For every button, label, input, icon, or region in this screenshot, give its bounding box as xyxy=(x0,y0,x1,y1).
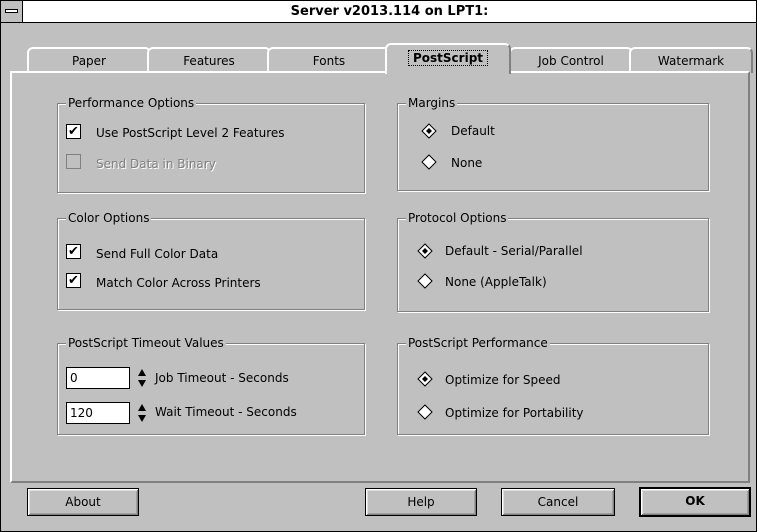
tab-fonts[interactable]: Fonts xyxy=(267,47,391,73)
about-button[interactable]: About xyxy=(27,488,139,516)
protocol-default-label: Default - Serial/Parallel xyxy=(445,244,583,258)
tab-job-control[interactable]: Job Control xyxy=(509,47,633,73)
cancel-button[interactable]: Cancel xyxy=(501,488,615,516)
job-timeout-input[interactable]: 0 xyxy=(66,367,130,389)
window-title: Server v2013.114 on LPT1: xyxy=(290,4,489,19)
system-menu-icon[interactable] xyxy=(1,1,23,22)
ok-button[interactable]: OK xyxy=(639,487,751,517)
margins-default-radio[interactable] xyxy=(421,123,437,139)
tab-features[interactable]: Features xyxy=(147,47,271,73)
level2-checkbox[interactable]: ✔ xyxy=(66,124,81,139)
wait-timeout-label: Wait Timeout - Seconds xyxy=(155,405,297,419)
group-title: PostScript Timeout Values xyxy=(66,335,226,351)
protocol-default-radio[interactable] xyxy=(417,243,433,259)
checkmark-icon: ✔ xyxy=(68,124,79,139)
tab-postscript[interactable]: PostScript xyxy=(385,43,511,74)
margins-default-label: Default xyxy=(451,124,495,138)
job-timeout-spinner-icon[interactable] xyxy=(137,367,147,389)
match-color-label: Match Color Across Printers xyxy=(96,276,261,290)
help-button[interactable]: Help xyxy=(365,488,477,516)
tab-label: Paper xyxy=(72,54,106,68)
margins-none-label: None xyxy=(451,156,483,170)
tab-label: Job Control xyxy=(538,54,604,68)
tab-paper[interactable]: Paper xyxy=(27,47,151,73)
checkmark-icon: ✔ xyxy=(68,244,79,259)
binary-label: Send Data in Binary xyxy=(96,157,216,171)
level2-label: Use PostScript Level 2 Features xyxy=(96,126,285,140)
optimize-portability-label: Optimize for Portability xyxy=(445,406,584,420)
protocol-none-radio[interactable] xyxy=(417,273,433,289)
tab-watermark[interactable]: Watermark xyxy=(629,47,753,73)
wait-timeout-spinner-icon[interactable] xyxy=(137,402,147,424)
group-title: Protocol Options xyxy=(406,210,509,226)
binary-checkbox[interactable] xyxy=(66,154,81,169)
tab-label: Watermark xyxy=(657,54,725,68)
group-title: Color Options xyxy=(66,210,152,226)
job-timeout-label: Job Timeout - Seconds xyxy=(155,371,289,385)
margins-group: Margins xyxy=(397,95,709,191)
color-options-group: Color Options xyxy=(57,210,365,310)
group-title: Performance Options xyxy=(66,95,197,111)
postscript-performance-group: PostScript Performance xyxy=(397,335,709,435)
tab-label: Fonts xyxy=(312,54,346,68)
optimize-portability-radio[interactable] xyxy=(417,404,433,420)
match-color-checkbox[interactable]: ✔ xyxy=(66,273,81,288)
optimize-speed-label: Optimize for Speed xyxy=(445,373,561,387)
group-title: Margins xyxy=(406,95,458,111)
performance-options-group: Performance Options xyxy=(57,95,365,193)
protocol-options-group: Protocol Options xyxy=(397,210,709,312)
group-title: PostScript Performance xyxy=(406,335,550,351)
checkmark-icon: ✔ xyxy=(68,273,79,288)
protocol-none-label: None (AppleTalk) xyxy=(445,275,547,289)
printer-dialog: Server v2013.114 on LPT1: Paper Features… xyxy=(0,0,757,532)
optimize-speed-radio[interactable] xyxy=(417,371,433,387)
full-color-label: Send Full Color Data xyxy=(96,247,219,261)
title-bar: Server v2013.114 on LPT1: xyxy=(1,1,756,23)
margins-none-radio[interactable] xyxy=(421,154,437,170)
tab-label: PostScript xyxy=(407,50,489,66)
full-color-checkbox[interactable]: ✔ xyxy=(66,244,81,259)
wait-timeout-input[interactable]: 120 xyxy=(66,402,130,424)
tab-label: Features xyxy=(183,54,235,68)
